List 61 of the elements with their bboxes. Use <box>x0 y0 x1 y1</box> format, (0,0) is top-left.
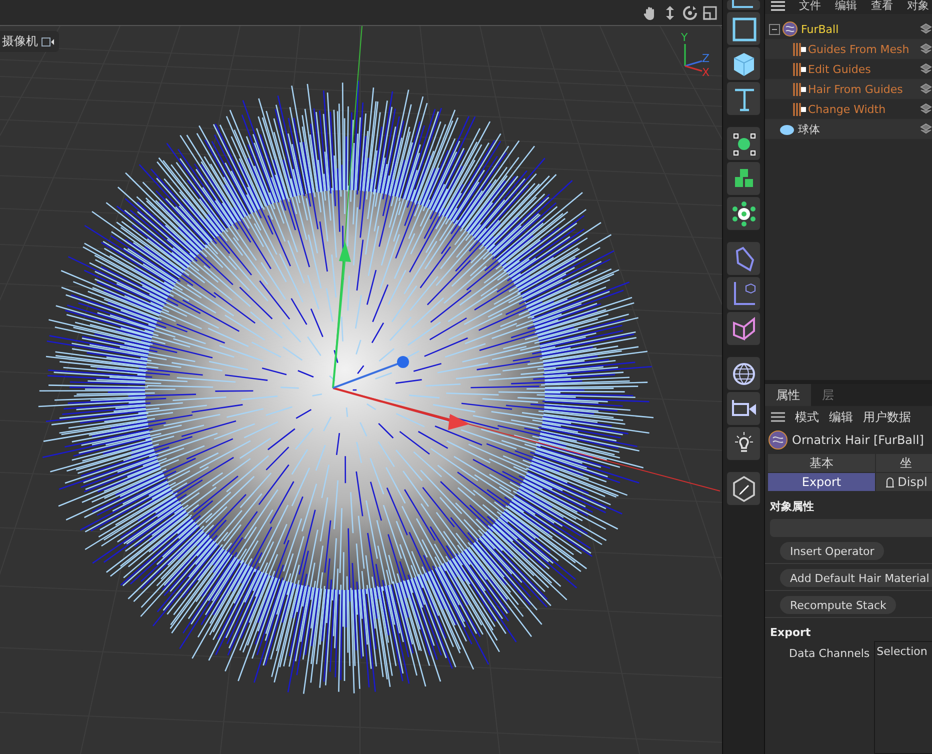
hair-object-icon <box>782 21 798 37</box>
hair-operator-icon <box>791 41 807 57</box>
field-label: Data Channels <box>788 646 871 662</box>
light-bulb-icon[interactable] <box>727 427 760 460</box>
action-button[interactable]: Add Default Hair Material <box>780 569 932 587</box>
menu-item[interactable]: 文件 <box>799 1 821 11</box>
object-name: FurBall <box>801 22 839 36</box>
panel-tab[interactable]: 属性 <box>765 384 811 406</box>
selection-point-icon[interactable] <box>727 127 760 160</box>
menu-item[interactable]: 查看 <box>871 1 893 11</box>
layer-icon <box>920 83 932 95</box>
layer-icon <box>920 63 932 75</box>
planes-icon[interactable] <box>727 312 760 345</box>
section-heading: 对象属性 <box>768 499 815 514</box>
menu-item[interactable]: 对象 <box>907 1 929 11</box>
menu-icon[interactable] <box>771 1 785 11</box>
object-name: 球体 <box>798 122 820 136</box>
action-button[interactable]: Recompute Stack <box>780 596 896 614</box>
camera-label: 摄像机 <box>1 33 38 50</box>
object-name: Change Width <box>808 102 886 116</box>
expand-toggle[interactable] <box>769 24 780 34</box>
hair-object-icon <box>768 430 788 450</box>
hair-operator-icon <box>791 101 807 117</box>
layer-icon <box>920 43 932 55</box>
cube-icon[interactable] <box>727 47 760 80</box>
object-name: Edit Guides <box>808 62 871 76</box>
page-tab[interactable]: Displ <box>876 473 932 491</box>
layer-icon <box>920 123 932 135</box>
action-button[interactable]: Insert Operator <box>780 542 884 560</box>
cubes-icon[interactable] <box>727 162 760 195</box>
layer-icon <box>920 23 932 35</box>
axis-gizmo: Y Z X <box>676 30 716 78</box>
axis-corner-icon[interactable] <box>727 0 760 10</box>
section-heading: Export <box>769 625 812 639</box>
object-name: Hair From Guides <box>808 82 903 96</box>
menu-item[interactable]: 用户数据 <box>863 408 911 426</box>
camera-icon[interactable] <box>41 36 55 48</box>
list-box[interactable]: Selection <box>874 641 932 754</box>
layer-icon <box>920 103 932 115</box>
page-tab[interactable]: 坐 <box>876 454 932 472</box>
list-item[interactable]: Selection <box>876 645 930 658</box>
pencil-icon[interactable] <box>727 472 760 505</box>
camera-icon[interactable] <box>727 392 760 425</box>
object-title: Ornatrix Hair [FurBall] <box>792 433 924 447</box>
hair-operator-icon <box>791 61 807 77</box>
gear-icon[interactable] <box>727 197 760 230</box>
axis-cube-icon[interactable] <box>727 277 760 310</box>
menu-item[interactable]: 编辑 <box>835 1 857 11</box>
menu-icon[interactable] <box>771 412 785 422</box>
page-tab[interactable]: Export <box>768 473 875 491</box>
bent-shape-icon[interactable] <box>727 242 760 275</box>
object-name: Guides From Mesh <box>808 42 910 56</box>
hair-operator-icon <box>791 81 807 97</box>
rotate-icon[interactable] <box>682 4 698 20</box>
page-tab[interactable]: 基本 <box>768 454 875 472</box>
maximize-icon[interactable] <box>702 4 718 20</box>
menu-item[interactable]: 模式 <box>795 408 819 426</box>
text-icon[interactable] <box>727 82 760 115</box>
menu-item[interactable]: 编辑 <box>829 408 853 426</box>
square-icon[interactable] <box>727 12 760 45</box>
globe-icon[interactable] <box>727 357 760 390</box>
